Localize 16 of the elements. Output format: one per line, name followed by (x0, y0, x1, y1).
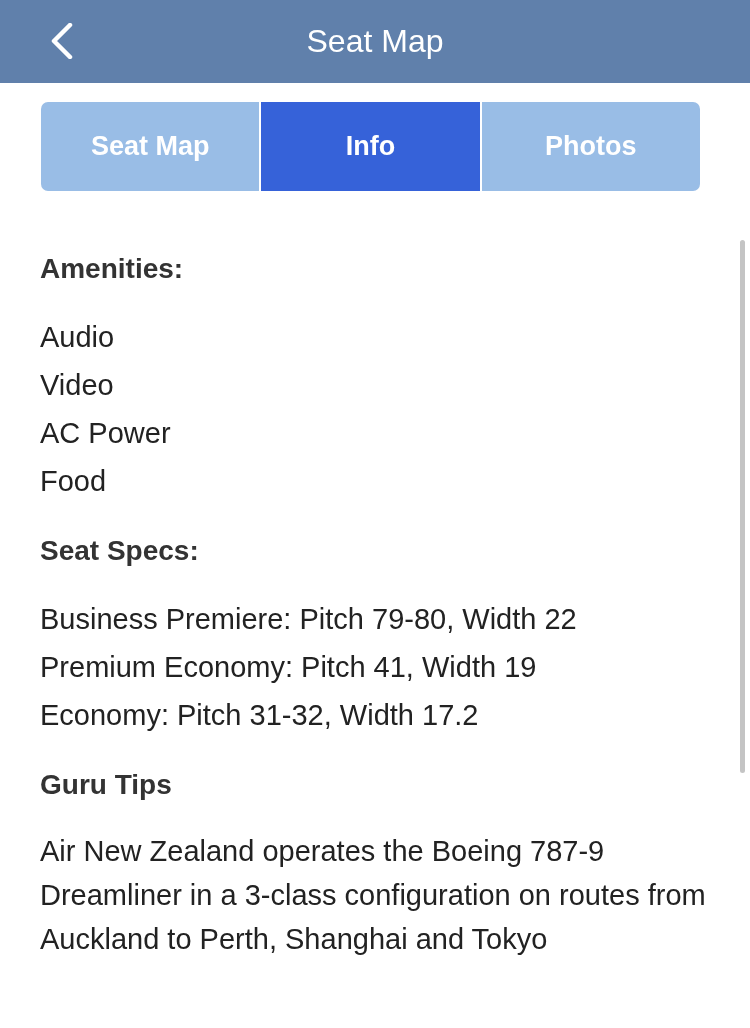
back-icon[interactable] (50, 23, 74, 59)
info-text: Economy: Pitch 31-32, Width 17.2 (40, 698, 480, 733)
tab[interactable]: Photos (481, 102, 700, 191)
section-heading: Guru Tips (40, 768, 173, 802)
screen-title: Seat Map (306, 23, 444, 60)
section-heading: Seat Specs: (40, 534, 200, 568)
section-heading: Amenities: (40, 252, 185, 286)
tab[interactable]: Info (261, 102, 480, 191)
info-text: Air New Zealand operates the Boeing 787-9 Dreamliner in a 3-class configuration on routes from Auckland to Perth, Shanghai and Tokyo (40, 834, 707, 957)
info-text: Video (40, 368, 115, 403)
info-text: Audio (40, 320, 116, 355)
tab[interactable]: Seat Map (41, 102, 260, 191)
info-text: Business Premiere: Pitch 79-80, Width 22 (40, 602, 578, 637)
info-text: AC Power (40, 416, 172, 451)
info-text: Premium Economy: Pitch 41, Width 19 (40, 650, 538, 685)
info-text: Food (40, 464, 108, 499)
